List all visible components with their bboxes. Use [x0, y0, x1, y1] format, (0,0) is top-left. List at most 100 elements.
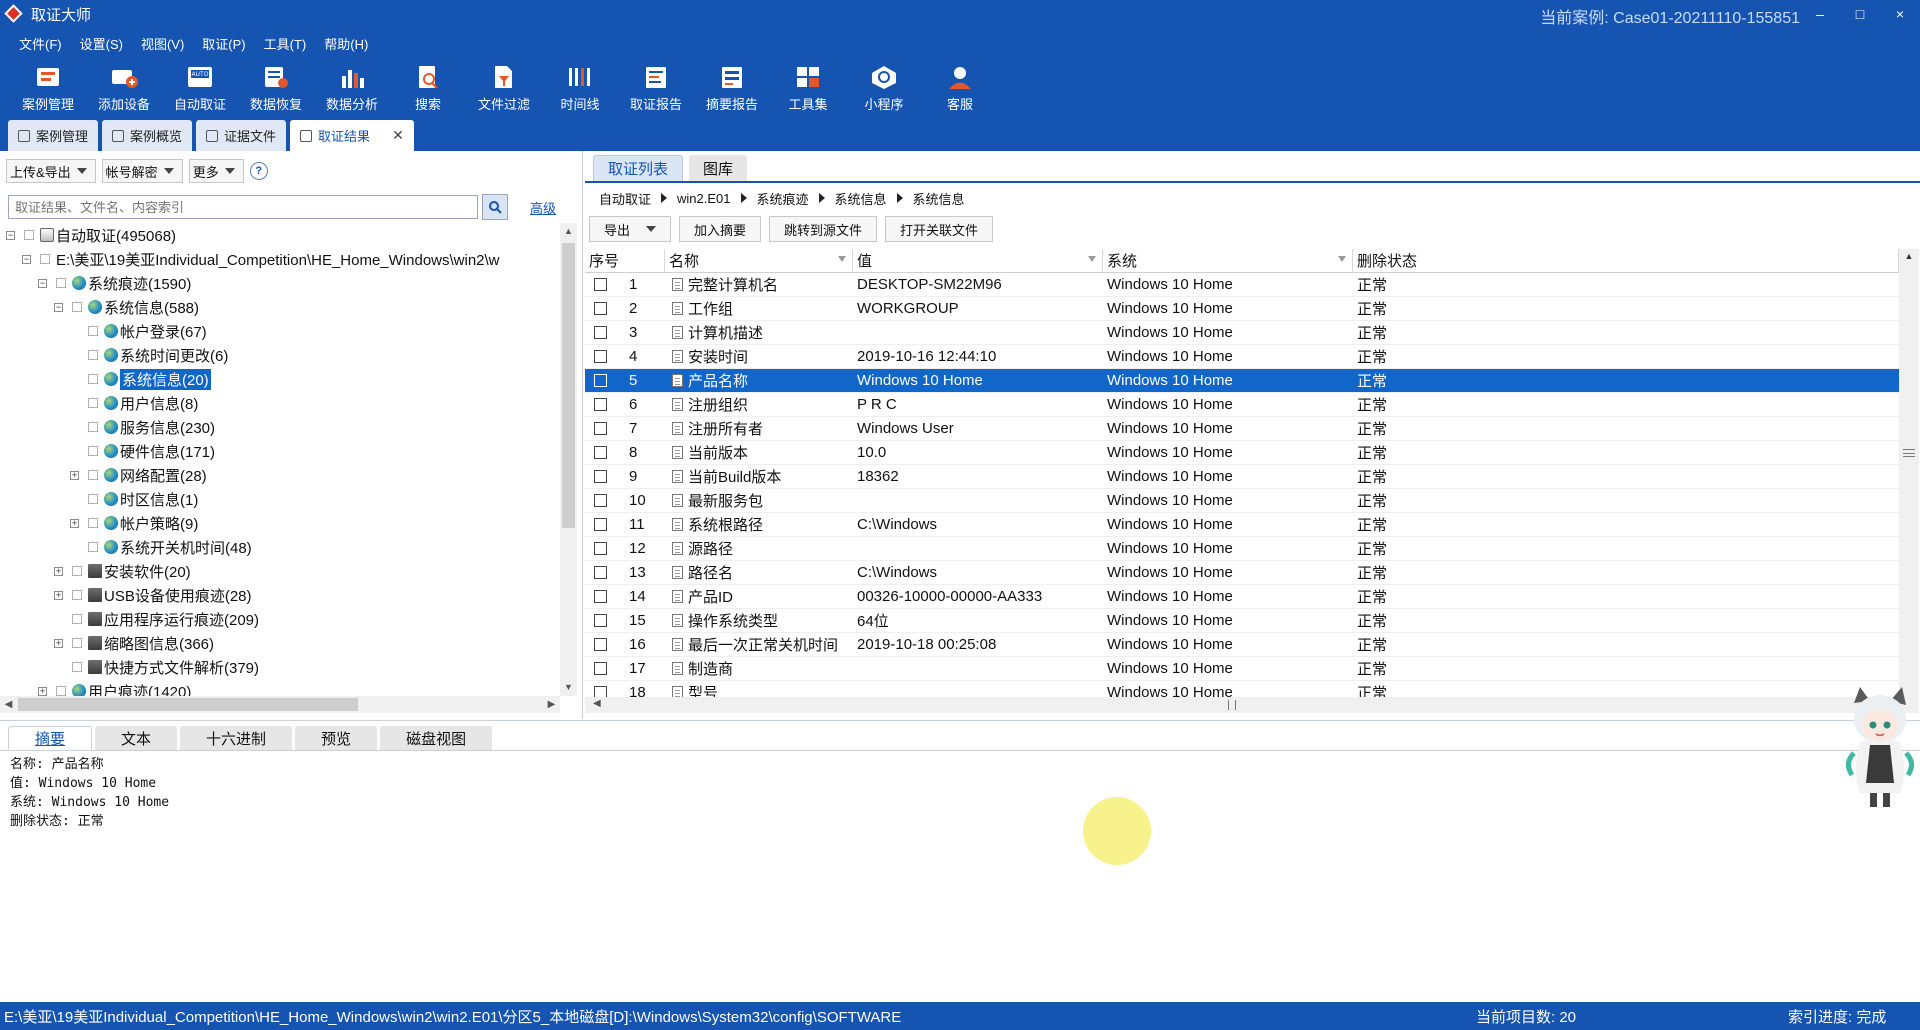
grid-vertical-scrollbar[interactable]: ▲ — [1899, 249, 1919, 697]
tree-checkbox[interactable] — [88, 470, 98, 480]
table-row[interactable]: 13 路径名 C:\Windows Windows 10 Home 正常 — [585, 561, 1899, 585]
tree-node[interactable]: 快捷方式文件解析(379) — [0, 655, 560, 679]
table-row[interactable]: 3 计算机描述 Windows 10 Home 正常 — [585, 321, 1899, 345]
breadcrumb-item[interactable]: 自动取证 — [599, 189, 651, 208]
toolbar-button-mini-program[interactable]: 小程序 — [846, 58, 922, 118]
table-row[interactable]: 18 型号 Windows 10 Home 正常 — [585, 681, 1899, 697]
close-tab-icon[interactable]: ✕ — [392, 127, 404, 144]
scroll-thumb[interactable] — [562, 243, 575, 528]
row-checkbox[interactable] — [594, 278, 607, 291]
menu-settings[interactable]: 设置(S) — [71, 30, 132, 57]
scroll-thumb[interactable] — [18, 698, 358, 711]
minimize-button[interactable]: – — [1800, 0, 1840, 28]
row-checkbox[interactable] — [594, 470, 607, 483]
tree-horizontal-scrollbar[interactable]: ◀ ▶ — [0, 696, 560, 713]
filter-icon[interactable] — [1088, 256, 1096, 262]
breadcrumb-item[interactable]: 系统信息 — [913, 189, 965, 208]
table-row[interactable]: 5 产品名称 Windows 10 Home Windows 10 Home 正常 — [585, 369, 1899, 393]
column-header-no[interactable]: 序号 — [585, 249, 665, 272]
filter-icon[interactable] — [838, 256, 846, 262]
toolbar-button-support[interactable]: 客服 — [922, 58, 998, 118]
row-checkbox[interactable] — [594, 662, 607, 675]
advanced-search-link[interactable]: 高级 — [530, 198, 556, 217]
row-checkbox[interactable] — [594, 374, 607, 387]
tree-checkbox[interactable] — [72, 662, 82, 672]
tree-node[interactable]: 硬件信息(171) — [0, 439, 560, 463]
tree-node[interactable]: + 安装软件(20) — [0, 559, 560, 583]
filter-icon[interactable] — [1338, 256, 1346, 262]
column-header-name[interactable]: 名称 — [665, 249, 853, 272]
tree-node[interactable]: − 系统痕迹(1590) — [0, 271, 560, 295]
row-checkbox[interactable] — [594, 686, 607, 697]
search-button[interactable] — [482, 194, 508, 220]
tree-checkbox[interactable] — [88, 326, 98, 336]
expand-icon[interactable]: + — [54, 638, 63, 648]
tree-node[interactable]: 系统开关机时间(48) — [0, 535, 560, 559]
tab-preview[interactable]: 预览 — [295, 726, 378, 750]
close-button[interactable]: × — [1880, 0, 1920, 28]
tree-checkbox[interactable] — [72, 590, 82, 600]
tree-checkbox[interactable] — [88, 494, 98, 504]
row-checkbox[interactable] — [594, 302, 607, 315]
tree-checkbox[interactable] — [88, 398, 98, 408]
scroll-up-icon[interactable]: ▲ — [560, 223, 577, 240]
tree-checkbox[interactable] — [88, 422, 98, 432]
row-checkbox[interactable] — [594, 542, 607, 555]
row-checkbox[interactable] — [594, 326, 607, 339]
scroll-down-icon[interactable]: ▼ — [560, 679, 577, 696]
toolbar-button-report[interactable]: 取证报告 — [618, 58, 694, 118]
export-dropdown[interactable]: 导出 — [589, 216, 672, 242]
row-checkbox[interactable] — [594, 638, 607, 651]
expand-icon[interactable]: + — [70, 518, 79, 528]
breadcrumb-item[interactable]: 系统痕迹 — [757, 189, 809, 208]
tab-evidence-files[interactable]: 证据文件 — [196, 120, 287, 151]
menu-view[interactable]: 视图(V) — [132, 30, 193, 57]
upload-export-dropdown[interactable]: 上传&导出 — [6, 159, 96, 183]
tab-disk-view[interactable]: 磁盘视图 — [380, 726, 493, 750]
tree-vertical-scrollbar[interactable]: ▲ ▼ — [560, 223, 577, 696]
collapse-icon[interactable]: − — [54, 302, 63, 312]
toolbar-button-data-analysis[interactable]: 数据分析 — [314, 58, 390, 118]
tree-checkbox[interactable] — [72, 614, 82, 624]
expand-icon[interactable]: + — [70, 470, 79, 480]
breadcrumb-item[interactable]: 系统信息 — [835, 189, 887, 208]
tree-checkbox[interactable] — [88, 518, 98, 528]
tab-summary[interactable]: 摘要 — [8, 726, 93, 750]
table-row[interactable]: 16 最后一次正常关机时间 2019-10-18 00:25:08 Windows 1… — [585, 633, 1899, 657]
column-header-delete-status[interactable]: 删除状态 — [1353, 249, 1899, 272]
tree-checkbox[interactable] — [72, 302, 82, 312]
table-row[interactable]: 1 完整计算机名 DESKTOP-SM22M96 Windows 10 Home 正常 — [585, 273, 1899, 297]
grid-horizontal-scrollbar[interactable]: ◀ — [585, 697, 1919, 713]
breadcrumb-item[interactable]: win2.E01 — [677, 191, 730, 206]
toolbar-button-data-recovery[interactable]: 数据恢复 — [238, 58, 314, 118]
tree-node[interactable]: 系统时间更改(6) — [0, 343, 560, 367]
table-row[interactable]: 12 源路径 Windows 10 Home 正常 — [585, 537, 1899, 561]
tree-node[interactable]: + 缩略图信息(366) — [0, 631, 560, 655]
table-row[interactable]: 8 当前版本 10.0 Windows 10 Home 正常 — [585, 441, 1899, 465]
scroll-grip-icon[interactable] — [1903, 449, 1915, 457]
row-checkbox[interactable] — [594, 518, 607, 531]
table-row[interactable]: 17 制造商 Windows 10 Home 正常 — [585, 657, 1899, 681]
tree-node[interactable]: − 系统信息(588) — [0, 295, 560, 319]
menu-file[interactable]: 文件(F) — [10, 30, 71, 57]
toolbar-button-file-filter[interactable]: 文件过滤 — [466, 58, 542, 118]
tree-node[interactable]: 系统信息(20) — [0, 367, 560, 391]
menu-tools[interactable]: 工具(T) — [255, 30, 316, 57]
more-dropdown[interactable]: 更多 — [188, 159, 244, 183]
toolbar-button-search-doc[interactable]: 搜索 — [390, 58, 466, 118]
table-row[interactable]: 14 产品ID 00326-10000-00000-AA333 Windows 10 … — [585, 585, 1899, 609]
help-icon[interactable]: ? — [249, 162, 268, 180]
scroll-up-icon[interactable]: ▲ — [1899, 251, 1919, 261]
table-row[interactable]: 7 注册所有者 Windows User Windows 10 Home 正常 — [585, 417, 1899, 441]
expand-icon[interactable]: + — [54, 590, 63, 600]
tree-node[interactable]: + USB设备使用痕迹(28) — [0, 583, 560, 607]
search-input[interactable] — [8, 195, 478, 219]
tree-checkbox[interactable] — [56, 278, 66, 288]
collapse-icon[interactable]: − — [38, 278, 47, 288]
toolbar-button-add-device[interactable]: 添加设备 — [86, 58, 162, 118]
scroll-left-icon[interactable]: ◀ — [0, 696, 17, 713]
jump-to-source-button[interactable]: 跳转到源文件 — [769, 216, 878, 242]
row-checkbox[interactable] — [594, 422, 607, 435]
table-row[interactable]: 6 注册组织 P R C Windows 10 Home 正常 — [585, 393, 1899, 417]
menu-forensics[interactable]: 取证(P) — [193, 30, 254, 57]
